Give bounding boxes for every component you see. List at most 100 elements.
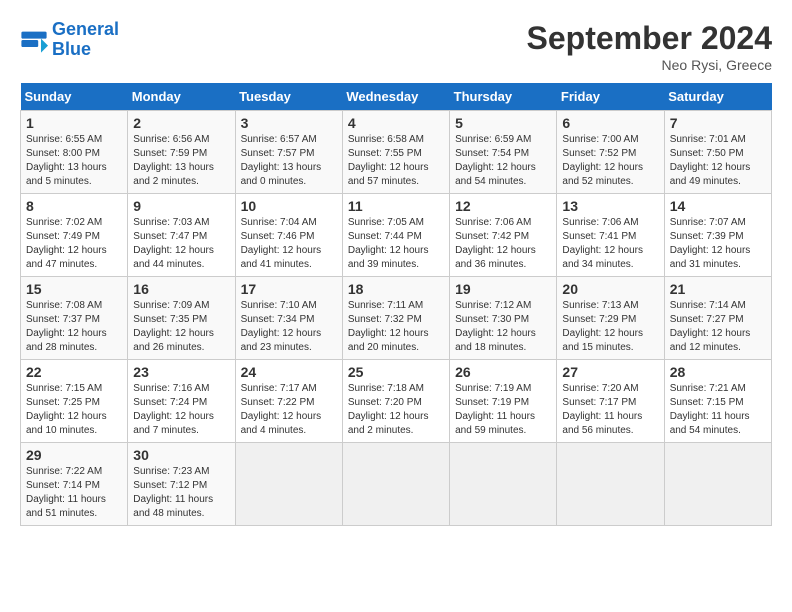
month-title: September 2024 [527, 20, 772, 57]
calendar-cell: 2 Sunrise: 6:56 AM Sunset: 7:59 PM Daylig… [128, 111, 235, 194]
day-info: Sunrise: 7:16 AM Sunset: 7:24 PM Dayligh… [133, 382, 229, 438]
location: Neo Rysi, Greece [527, 57, 772, 73]
day-number: 21 [670, 281, 766, 297]
day-info: Sunrise: 7:22 AM Sunset: 7:14 PM Dayligh… [26, 465, 122, 521]
day-info: Sunrise: 7:02 AM Sunset: 7:49 PM Dayligh… [26, 216, 122, 272]
day-info: Sunrise: 7:21 AM Sunset: 7:15 PM Dayligh… [670, 382, 766, 438]
title-block: September 2024 Neo Rysi, Greece [527, 20, 772, 73]
day-info: Sunrise: 7:11 AM Sunset: 7:32 PM Dayligh… [348, 299, 444, 355]
calendar-week-row: 8 Sunrise: 7:02 AM Sunset: 7:49 PM Daylig… [21, 194, 772, 277]
day-number: 6 [562, 115, 658, 131]
day-info: Sunrise: 7:01 AM Sunset: 7:50 PM Dayligh… [670, 133, 766, 189]
day-info: Sunrise: 7:13 AM Sunset: 7:29 PM Dayligh… [562, 299, 658, 355]
day-number: 28 [670, 364, 766, 380]
day-info: Sunrise: 7:14 AM Sunset: 7:27 PM Dayligh… [670, 299, 766, 355]
day-number: 23 [133, 364, 229, 380]
day-info: Sunrise: 7:23 AM Sunset: 7:12 PM Dayligh… [133, 465, 229, 521]
day-of-week-header: SundayMondayTuesdayWednesdayThursdayFrid… [21, 83, 772, 111]
day-number: 22 [26, 364, 122, 380]
day-number: 3 [241, 115, 337, 131]
day-number: 24 [241, 364, 337, 380]
day-info: Sunrise: 6:55 AM Sunset: 8:00 PM Dayligh… [26, 133, 122, 189]
calendar-cell [235, 443, 342, 526]
calendar-cell: 12Sunrise: 7:06 AM Sunset: 7:42 PM Dayli… [450, 194, 557, 277]
day-info: Sunrise: 7:19 AM Sunset: 7:19 PM Dayligh… [455, 382, 551, 438]
calendar-cell [557, 443, 664, 526]
calendar-cell: 21 Sunrise: 7:14 AM Sunset: 7:27 PM Dayli… [664, 277, 771, 360]
day-info: Sunrise: 6:59 AM Sunset: 7:54 PM Dayligh… [455, 133, 551, 189]
day-info: Sunrise: 7:10 AM Sunset: 7:34 PM Dayligh… [241, 299, 337, 355]
day-number: 17 [241, 281, 337, 297]
day-number: 20 [562, 281, 658, 297]
calendar-cell [450, 443, 557, 526]
day-number: 10 [241, 198, 337, 214]
calendar-cell: 7 Sunrise: 7:01 AM Sunset: 7:50 PM Daylig… [664, 111, 771, 194]
calendar-cell: 23 Sunrise: 7:16 AM Sunset: 7:24 PM Dayli… [128, 360, 235, 443]
day-info: Sunrise: 7:20 AM Sunset: 7:17 PM Dayligh… [562, 382, 658, 438]
day-number: 30 [133, 447, 229, 463]
day-info: Sunrise: 7:03 AM Sunset: 7:47 PM Dayligh… [133, 216, 229, 272]
day-number: 13 [562, 198, 658, 214]
calendar-cell: 5Sunrise: 6:59 AM Sunset: 7:54 PM Daylig… [450, 111, 557, 194]
calendar-cell: 28 Sunrise: 7:21 AM Sunset: 7:15 PM Dayli… [664, 360, 771, 443]
dow-header-cell: Wednesday [342, 83, 449, 111]
calendar-cell: 19Sunrise: 7:12 AM Sunset: 7:30 PM Dayli… [450, 277, 557, 360]
calendar-cell: 30 Sunrise: 7:23 AM Sunset: 7:12 PM Dayli… [128, 443, 235, 526]
day-info: Sunrise: 7:00 AM Sunset: 7:52 PM Dayligh… [562, 133, 658, 189]
calendar-cell: 13 Sunrise: 7:06 AM Sunset: 7:41 PM Dayli… [557, 194, 664, 277]
calendar-body: 1 Sunrise: 6:55 AM Sunset: 8:00 PM Daylig… [21, 111, 772, 526]
calendar-cell: 1 Sunrise: 6:55 AM Sunset: 8:00 PM Daylig… [21, 111, 128, 194]
day-number: 29 [26, 447, 122, 463]
day-info: Sunrise: 7:15 AM Sunset: 7:25 PM Dayligh… [26, 382, 122, 438]
calendar-cell: 8 Sunrise: 7:02 AM Sunset: 7:49 PM Daylig… [21, 194, 128, 277]
calendar-week-row: 22 Sunrise: 7:15 AM Sunset: 7:25 PM Dayli… [21, 360, 772, 443]
calendar-cell: 29 Sunrise: 7:22 AM Sunset: 7:14 PM Dayli… [21, 443, 128, 526]
day-number: 2 [133, 115, 229, 131]
day-number: 14 [670, 198, 766, 214]
day-info: Sunrise: 7:18 AM Sunset: 7:20 PM Dayligh… [348, 382, 444, 438]
day-info: Sunrise: 7:05 AM Sunset: 7:44 PM Dayligh… [348, 216, 444, 272]
calendar-cell: 18 Sunrise: 7:11 AM Sunset: 7:32 PM Dayli… [342, 277, 449, 360]
day-info: Sunrise: 7:06 AM Sunset: 7:41 PM Dayligh… [562, 216, 658, 272]
calendar-cell: 20 Sunrise: 7:13 AM Sunset: 7:29 PM Dayli… [557, 277, 664, 360]
day-info: Sunrise: 7:06 AM Sunset: 7:42 PM Dayligh… [455, 216, 551, 272]
day-info: Sunrise: 7:08 AM Sunset: 7:37 PM Dayligh… [26, 299, 122, 355]
calendar-cell: 10Sunrise: 7:04 AM Sunset: 7:46 PM Dayli… [235, 194, 342, 277]
day-info: Sunrise: 7:07 AM Sunset: 7:39 PM Dayligh… [670, 216, 766, 272]
calendar-cell: 16 Sunrise: 7:09 AM Sunset: 7:35 PM Dayli… [128, 277, 235, 360]
day-number: 1 [26, 115, 122, 131]
calendar-cell: 11 Sunrise: 7:05 AM Sunset: 7:44 PM Dayli… [342, 194, 449, 277]
day-number: 26 [455, 364, 551, 380]
calendar-cell: 22 Sunrise: 7:15 AM Sunset: 7:25 PM Dayli… [21, 360, 128, 443]
day-number: 27 [562, 364, 658, 380]
calendar-week-row: 15 Sunrise: 7:08 AM Sunset: 7:37 PM Dayli… [21, 277, 772, 360]
day-number: 9 [133, 198, 229, 214]
calendar-cell: 25 Sunrise: 7:18 AM Sunset: 7:20 PM Dayli… [342, 360, 449, 443]
day-number: 11 [348, 198, 444, 214]
logo: General Blue [20, 20, 119, 60]
logo-text: General Blue [52, 20, 119, 60]
dow-header-cell: Thursday [450, 83, 557, 111]
calendar-cell: 15 Sunrise: 7:08 AM Sunset: 7:37 PM Dayli… [21, 277, 128, 360]
day-info: Sunrise: 7:09 AM Sunset: 7:35 PM Dayligh… [133, 299, 229, 355]
day-number: 16 [133, 281, 229, 297]
calendar-week-row: 1 Sunrise: 6:55 AM Sunset: 8:00 PM Daylig… [21, 111, 772, 194]
dow-header-cell: Friday [557, 83, 664, 111]
day-number: 15 [26, 281, 122, 297]
calendar-cell [664, 443, 771, 526]
day-number: 18 [348, 281, 444, 297]
day-number: 4 [348, 115, 444, 131]
dow-header-cell: Monday [128, 83, 235, 111]
day-number: 25 [348, 364, 444, 380]
day-number: 8 [26, 198, 122, 214]
calendar-cell: 4Sunrise: 6:58 AM Sunset: 7:55 PM Daylig… [342, 111, 449, 194]
day-info: Sunrise: 7:12 AM Sunset: 7:30 PM Dayligh… [455, 299, 551, 355]
day-info: Sunrise: 7:17 AM Sunset: 7:22 PM Dayligh… [241, 382, 337, 438]
day-number: 7 [670, 115, 766, 131]
day-info: Sunrise: 6:56 AM Sunset: 7:59 PM Dayligh… [133, 133, 229, 189]
calendar-cell: 9 Sunrise: 7:03 AM Sunset: 7:47 PM Daylig… [128, 194, 235, 277]
calendar-cell [342, 443, 449, 526]
day-info: Sunrise: 6:57 AM Sunset: 7:57 PM Dayligh… [241, 133, 337, 189]
dow-header-cell: Tuesday [235, 83, 342, 111]
calendar-cell: 6 Sunrise: 7:00 AM Sunset: 7:52 PM Daylig… [557, 111, 664, 194]
